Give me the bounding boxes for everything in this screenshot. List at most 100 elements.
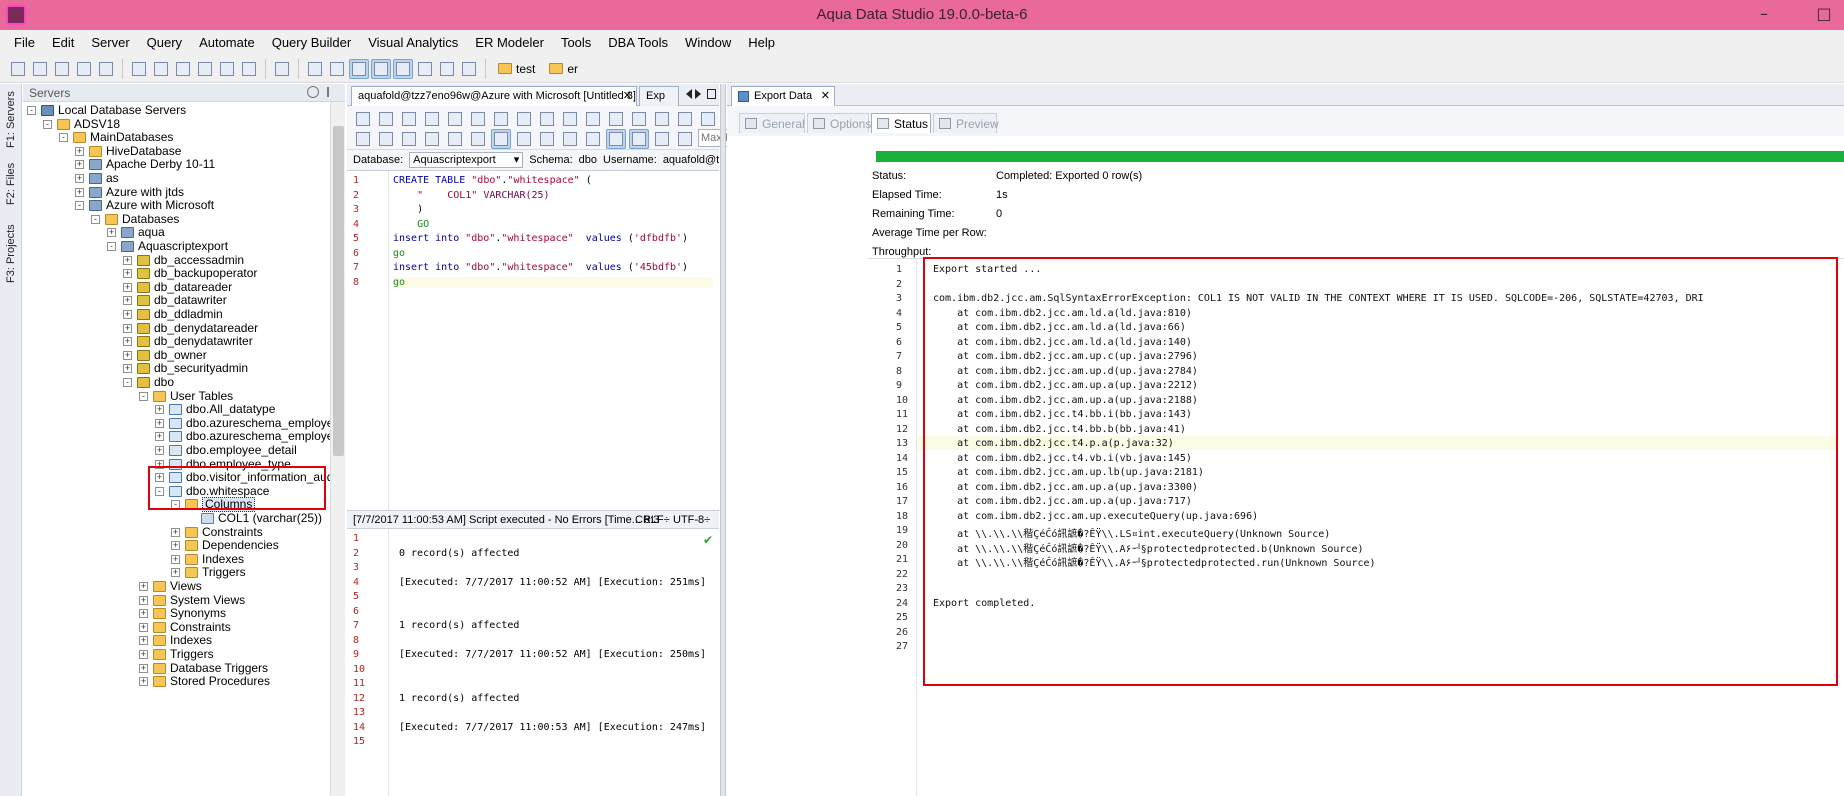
expand-icon[interactable]: +: [139, 582, 148, 591]
tab-scroll-right-icon[interactable]: [695, 89, 706, 99]
close-icon[interactable]: ✕: [821, 87, 830, 105]
tree-node[interactable]: + Dependencies: [171, 539, 279, 552]
save-as-icon[interactable]: [422, 109, 442, 129]
tree-node[interactable]: + dbo.All_datatype: [155, 403, 275, 416]
execute-step-icon[interactable]: [399, 129, 419, 149]
expand-icon[interactable]: +: [171, 541, 180, 551]
tree-node[interactable]: + HiveDatabase: [75, 144, 181, 158]
menu-dba-tools[interactable]: DBA Tools: [600, 35, 677, 50]
tools-icon[interactable]: [74, 59, 94, 79]
new-file-icon[interactable]: [353, 109, 373, 129]
close-icon[interactable]: ✕: [623, 87, 632, 105]
menu-tools[interactable]: Tools: [553, 35, 600, 50]
line-ending-select[interactable]: CRLF÷: [635, 511, 670, 528]
lowercase-icon[interactable]: [675, 109, 695, 129]
tree-node[interactable]: - MainDatabases: [59, 131, 173, 144]
tree-node[interactable]: + db_datareader: [123, 280, 232, 294]
commit-icon[interactable]: [560, 129, 580, 149]
expand-icon[interactable]: +: [139, 663, 148, 673]
execute-all-icon[interactable]: [353, 129, 373, 149]
tree-node[interactable]: + Indexes: [171, 552, 244, 566]
cut-icon[interactable]: [514, 109, 534, 129]
tree-node[interactable]: - User Tables: [139, 389, 233, 403]
compare-icon[interactable]: [173, 59, 193, 79]
expand-icon[interactable]: +: [123, 323, 132, 333]
sql-editor[interactable]: 1 CREATE TABLE "dbo"."whitespace" (2 " CO…: [347, 171, 719, 511]
layout-6-icon[interactable]: [415, 59, 435, 79]
expand-icon[interactable]: +: [155, 405, 164, 415]
tree-node[interactable]: - Azure with Microsoft: [75, 199, 214, 212]
tree-node[interactable]: + Triggers: [171, 566, 246, 579]
menu-file[interactable]: File: [6, 35, 44, 50]
layout-a-icon[interactable]: [606, 129, 626, 149]
expand-icon[interactable]: +: [139, 622, 148, 632]
layout-c-icon[interactable]: [652, 129, 672, 149]
encoding-select[interactable]: UTF-8÷: [673, 511, 710, 528]
collapse-icon[interactable]: -: [123, 378, 132, 387]
expand-icon[interactable]: +: [75, 187, 84, 197]
expand-icon[interactable]: +: [139, 677, 148, 687]
menu-edit[interactable]: Edit: [44, 35, 83, 50]
results-tree-icon[interactable]: [537, 129, 557, 149]
tree-node[interactable]: + Constraints: [171, 525, 263, 539]
expand-icon[interactable]: +: [139, 650, 148, 659]
expand-icon[interactable]: +: [75, 160, 84, 170]
tree-node[interactable]: + System Views: [139, 593, 245, 607]
select-icon[interactable]: [491, 109, 511, 129]
collapse-icon[interactable]: -: [43, 119, 52, 129]
expand-icon[interactable]: +: [171, 568, 180, 578]
collapse-icon[interactable]: -: [27, 106, 36, 115]
collapse-icon[interactable]: -: [75, 201, 84, 211]
tree-node[interactable]: + aqua: [107, 226, 165, 239]
layout-7-icon[interactable]: [437, 59, 457, 79]
save-icon[interactable]: [399, 109, 419, 129]
menu-query[interactable]: Query: [139, 35, 191, 50]
collapse-icon[interactable]: -: [139, 391, 148, 401]
rollback-icon[interactable]: [583, 129, 603, 149]
expand-icon[interactable]: +: [139, 595, 148, 605]
record-icon[interactable]: [468, 129, 488, 149]
tree-node[interactable]: + Indexes: [139, 634, 212, 647]
tree-node[interactable]: + db_backupoperator: [123, 267, 257, 280]
expand-icon[interactable]: +: [123, 296, 132, 306]
tree-node[interactable]: - Databases: [91, 212, 179, 226]
find-icon[interactable]: [629, 109, 649, 129]
print-icon[interactable]: [468, 109, 488, 129]
layout-b-icon[interactable]: [629, 129, 649, 149]
tree-node[interactable]: + Azure with jtds: [75, 185, 184, 199]
tab-list-icon[interactable]: [707, 89, 716, 99]
minimize-button[interactable]: –: [1744, 0, 1784, 30]
expand-icon[interactable]: +: [123, 255, 132, 265]
menu-er-modeler[interactable]: ER Modeler: [467, 35, 553, 50]
layout-4-icon[interactable]: [371, 58, 391, 79]
menu-visual-analytics[interactable]: Visual Analytics: [360, 35, 467, 50]
tree-node[interactable]: + db_ddladmin: [123, 308, 223, 321]
tree-node[interactable]: - Local Database Servers: [27, 104, 186, 117]
uppercase-icon[interactable]: [698, 109, 718, 129]
expand-icon[interactable]: +: [123, 364, 132, 374]
tree-node[interactable]: - dbo: [123, 376, 174, 389]
expand-icon[interactable]: +: [75, 146, 84, 156]
tree-node[interactable]: + db_accessadmin: [123, 253, 244, 267]
open-icon[interactable]: [30, 59, 50, 79]
expand-icon[interactable]: +: [171, 527, 180, 537]
tab-files[interactable]: F2: Files: [2, 156, 20, 212]
tree-node[interactable]: + dbo.employee_detail: [155, 444, 297, 457]
search-icon[interactable]: [151, 59, 171, 79]
save-all-icon[interactable]: [445, 109, 465, 129]
servers-scrollbar[interactable]: [330, 102, 345, 796]
expand-icon[interactable]: +: [123, 269, 132, 279]
menu-help[interactable]: Help: [740, 35, 784, 50]
splitter-handle[interactable]: [720, 84, 726, 796]
stop-icon[interactable]: [445, 129, 465, 149]
results-grid-icon[interactable]: [514, 129, 534, 149]
query-icon[interactable]: [129, 59, 149, 79]
expand-icon[interactable]: +: [123, 350, 132, 360]
tree-node[interactable]: + Synonyms: [139, 607, 226, 620]
gear-icon[interactable]: [307, 86, 319, 98]
tab-export-data[interactable]: Export Data ✕: [731, 86, 835, 106]
tab-scroll-left-icon[interactable]: [681, 89, 692, 99]
maximize-button[interactable]: □: [1804, 0, 1844, 30]
tree-node[interactable]: + dbo.azureschema_employee: [155, 416, 330, 430]
tree-node[interactable]: + db_denydatareader: [123, 321, 258, 335]
